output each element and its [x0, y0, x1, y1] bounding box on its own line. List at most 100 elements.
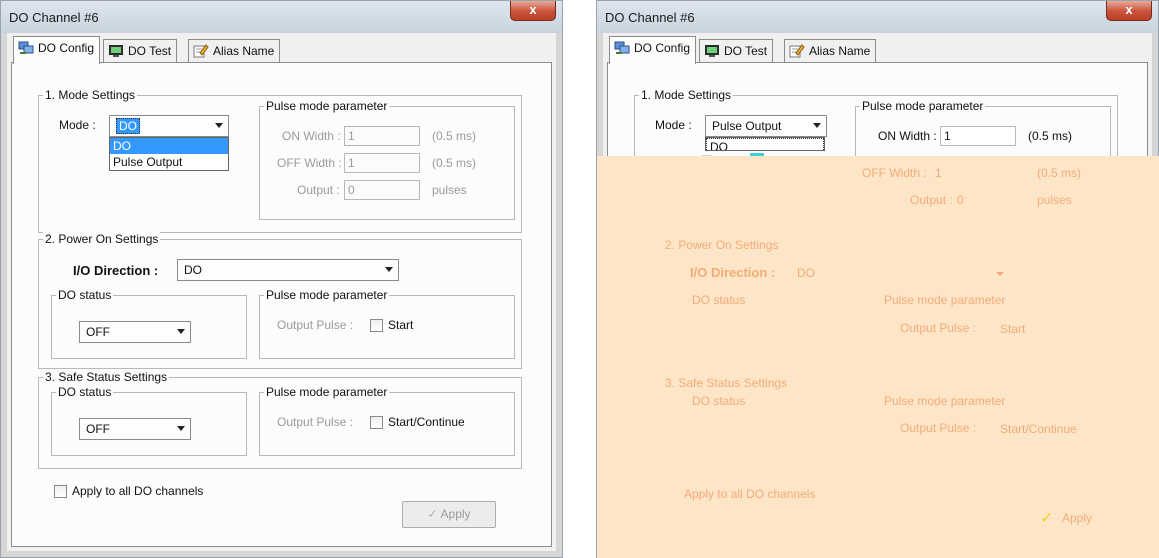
- output-pulse-label: Output Pulse :: [277, 415, 354, 429]
- check-icon: ✓: [1040, 510, 1054, 527]
- ghost-safe-pulse-title: Pulse mode parameter: [884, 394, 1006, 408]
- ghost-apply-label: Apply: [1062, 511, 1093, 525]
- do-status-group: DO status OFF: [51, 288, 247, 359]
- ghost-io-direction-value: DO: [797, 266, 815, 280]
- power-on-do-status-select[interactable]: OFF: [79, 321, 191, 343]
- check-icon: ✓: [427, 507, 438, 521]
- network-config-icon: [614, 41, 630, 55]
- group-title: DO status: [56, 288, 114, 302]
- mode-label: Mode :: [655, 118, 692, 132]
- group-title: 2. Power On Settings: [43, 232, 161, 246]
- chevron-down-icon: [385, 267, 393, 272]
- ghost-power-on-title: 2. Power On Settings: [665, 238, 779, 252]
- tab-label: DO Config: [634, 41, 691, 55]
- window-title: DO Channel #6: [605, 10, 695, 25]
- power-on-settings-group: 2. Power On Settings I/O Direction : DO …: [38, 232, 522, 369]
- dropdown-option-do[interactable]: DO: [110, 138, 228, 154]
- faded-overlay-panel: [597, 156, 1159, 558]
- mode-settings-group: 1. Mode Settings Mode : DO DO Pulse Outp…: [38, 88, 522, 233]
- on-width-unit: (0.5 ms): [1028, 129, 1073, 143]
- output-unit: pulses: [432, 183, 467, 197]
- off-width-unit: (0.5 ms): [432, 156, 477, 170]
- ghost-safe-status-title: 3. Safe Status Settings: [665, 376, 788, 390]
- mode-select-value: Pulse Output: [712, 119, 782, 133]
- on-width-label: ON Width :: [282, 129, 341, 143]
- tab-do-test[interactable]: DO Test: [699, 39, 774, 63]
- dropdown-option-pulse-output[interactable]: Pulse Output: [110, 154, 228, 170]
- output-label: Output :: [297, 183, 340, 197]
- power-on-pulse-group: Pulse mode parameter Output Pulse : Star…: [259, 288, 515, 359]
- io-direction-value: DO: [184, 263, 202, 277]
- ghost-off-width-label: OFF Width :: [862, 166, 927, 180]
- do-channel-dialog-left: DO Channel #6 x DO Config DO Test Alias …: [0, 0, 563, 558]
- on-width-label: ON Width :: [878, 129, 937, 143]
- window-title: DO Channel #6: [9, 10, 99, 25]
- off-width-input[interactable]: 1: [344, 153, 420, 173]
- chevron-down-icon: [215, 123, 223, 128]
- output-pulse-start-checkbox[interactable]: [370, 319, 383, 332]
- group-title: Pulse mode parameter: [264, 99, 390, 113]
- tab-do-config[interactable]: DO Config: [13, 36, 101, 64]
- io-direction-select[interactable]: DO: [177, 259, 399, 281]
- ghost-off-width-value: 1: [935, 166, 942, 180]
- ghost-output-pulse-text: Start: [1000, 322, 1026, 336]
- group-title: 1. Mode Settings: [639, 88, 734, 102]
- ghost-safe-do-status-title: DO status: [692, 394, 746, 408]
- do-status-value: OFF: [86, 422, 110, 436]
- do-config-panel: 1. Mode Settings Mode : DO DO Pulse Outp…: [11, 62, 552, 547]
- mode-select[interactable]: Pulse Output: [705, 115, 827, 137]
- dropdown-option-do[interactable]: DO: [706, 138, 824, 150]
- ghost-do-status-title: DO status: [692, 293, 746, 307]
- do-status-value: OFF: [86, 325, 110, 339]
- tab-label: DO Test: [128, 44, 172, 58]
- ghost-pulse-title: Pulse mode parameter: [884, 293, 1006, 307]
- ghost-off-width-unit: (0.5 ms): [1037, 166, 1082, 180]
- on-width-input[interactable]: 1: [940, 126, 1016, 146]
- safe-status-settings-group: 3. Safe Status Settings DO status OFF Pu…: [38, 370, 522, 469]
- edit-pencil-icon: [193, 44, 209, 58]
- mode-label: Mode :: [59, 118, 96, 132]
- network-config-icon: [18, 41, 34, 55]
- monitor-icon: [704, 44, 720, 58]
- tab-alias-name[interactable]: Alias Name: [188, 39, 281, 63]
- ghost-output-value: 0: [957, 193, 964, 207]
- tab-do-test[interactable]: DO Test: [103, 39, 178, 63]
- ghost-apply-all-label: Apply to all DO channels: [684, 487, 816, 501]
- mode-dropdown-list: DO Pulse Output: [109, 137, 229, 171]
- safe-do-status-group: DO status OFF: [51, 385, 247, 456]
- on-width-unit: (0.5 ms): [432, 129, 477, 143]
- group-title: 3. Safe Status Settings: [43, 370, 170, 384]
- title-bar[interactable]: DO Channel #6 x: [1, 1, 562, 33]
- title-bar[interactable]: DO Channel #6 x: [597, 1, 1158, 33]
- ghost-safe-output-pulse-label: Output Pulse :: [900, 421, 977, 435]
- chevron-down-icon: [177, 329, 185, 334]
- chevron-down-icon: [177, 426, 185, 431]
- mode-select[interactable]: DO: [109, 115, 229, 137]
- output-input[interactable]: 0: [344, 180, 420, 200]
- output-pulse-start-continue-checkbox[interactable]: [370, 416, 383, 429]
- pulse-mode-parameter-group: Pulse mode parameter ON Width : 1 (0.5 m…: [259, 99, 515, 220]
- on-width-input[interactable]: 1: [344, 126, 420, 146]
- close-button[interactable]: x: [1106, 1, 1152, 21]
- tab-alias-name[interactable]: Alias Name: [784, 39, 877, 63]
- apply-all-label: Apply to all DO channels: [72, 484, 204, 498]
- tab-label: Alias Name: [809, 44, 871, 58]
- apply-all-checkbox[interactable]: [54, 485, 67, 498]
- mode-dropdown-list: DO: [705, 137, 825, 151]
- tab-do-config[interactable]: DO Config: [609, 36, 697, 64]
- ghost-io-direction-label: I/O Direction :: [690, 265, 776, 280]
- close-button[interactable]: x: [510, 1, 556, 21]
- group-title: Pulse mode parameter: [264, 288, 390, 302]
- edit-pencil-icon: [789, 44, 805, 58]
- safe-pulse-group: Pulse mode parameter Output Pulse : Star…: [259, 385, 515, 456]
- output-pulse-start-continue-label: Start/Continue: [388, 415, 465, 429]
- safe-do-status-select[interactable]: OFF: [79, 418, 191, 440]
- apply-label: Apply: [440, 507, 471, 521]
- mode-select-value: DO: [116, 118, 140, 134]
- ghost-output-unit: pulses: [1037, 193, 1072, 207]
- monitor-icon: [108, 44, 124, 58]
- apply-button[interactable]: ✓ Apply: [402, 501, 496, 528]
- group-title: Pulse mode parameter: [264, 385, 390, 399]
- ghost-safe-output-pulse-text: Start/Continue: [1000, 422, 1077, 436]
- io-direction-label: I/O Direction :: [73, 263, 159, 278]
